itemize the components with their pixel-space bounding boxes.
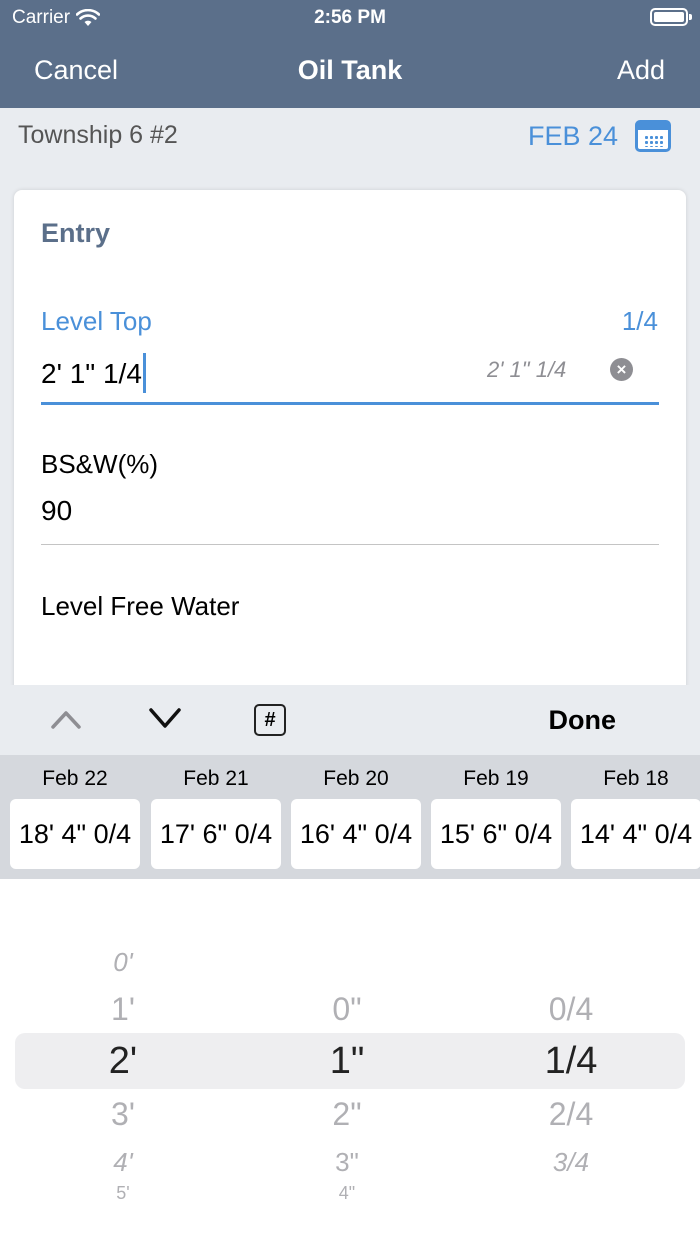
picker-option-inches[interactable]: 0" — [272, 991, 422, 1028]
bsw-input[interactable]: 90 — [41, 495, 72, 527]
done-button[interactable]: Done — [549, 705, 617, 736]
status-time: 2:56 PM — [314, 7, 386, 28]
level-free-water-label[interactable]: Level Free Water — [41, 591, 239, 622]
history-date: Feb 19 — [463, 767, 529, 790]
picker-option-quarters[interactable]: 0/4 — [496, 991, 646, 1028]
picker-option-feet[interactable]: 1' — [48, 991, 198, 1028]
bsw-label: BS&W(%) — [41, 449, 158, 479]
clear-icon[interactable]: × — [610, 358, 633, 381]
text-cursor — [142, 353, 146, 393]
location-label: Township 6 #2 — [18, 121, 178, 149]
picker-option-feet[interactable]: 0' — [48, 947, 198, 978]
picker-option-quarters[interactable]: 3/4 — [496, 1147, 646, 1178]
level-top-label: Level Top — [41, 306, 152, 336]
cancel-button[interactable]: Cancel — [34, 55, 118, 86]
number-keypad-button[interactable]: # — [254, 704, 286, 736]
picker-option-inches[interactable]: 2" — [272, 1096, 422, 1133]
date-button[interactable]: FEB 24 — [528, 121, 618, 152]
history-date: Feb 20 — [323, 767, 389, 790]
level-top-input[interactable]: 2' 1" 1/4 — [41, 353, 146, 393]
history-value: 18' 4" 0/4 — [10, 799, 140, 869]
history-strip: Feb 22 18' 4" 0/4 Feb 21 17' 6" 0/4 Feb … — [0, 755, 700, 879]
section-heading: Entry — [41, 218, 111, 248]
picker-selected-feet[interactable]: 2' — [48, 1040, 198, 1083]
picker-option-feet[interactable]: 3' — [48, 1096, 198, 1133]
history-value: 14' 4" 0/4 — [571, 799, 700, 869]
picker-option-feet[interactable]: 5' — [48, 1183, 198, 1199]
level-top-underline — [41, 402, 659, 405]
picker-option-quarters[interactable]: 2/4 — [496, 1096, 646, 1133]
history-date: Feb 18 — [603, 767, 669, 790]
level-top-hint: 2' 1" 1/4 — [487, 357, 567, 382]
picker-option-inches[interactable]: 3" — [272, 1147, 422, 1178]
battery-icon — [650, 8, 692, 26]
picker-selected-inches[interactable]: 1" — [272, 1040, 422, 1083]
history-date: Feb 21 — [183, 767, 249, 790]
history-value: 15' 6" 0/4 — [431, 799, 561, 869]
chevron-down-icon[interactable] — [148, 705, 182, 731]
history-value: 16' 4" 0/4 — [291, 799, 421, 869]
picker-option-feet[interactable]: 4' — [48, 1147, 198, 1178]
bsw-underline — [41, 544, 659, 545]
level-top-value: 2' 1" 1/4 — [41, 358, 142, 389]
picker-option-inches[interactable]: 4" — [272, 1183, 422, 1199]
navigation-bar: Carrier 2:56 PM Cancel Oil Tank Add — [0, 0, 700, 108]
add-button[interactable]: Add — [617, 55, 665, 86]
calendar-icon[interactable] — [635, 120, 671, 152]
picker-selected-quarters[interactable]: 1/4 — [496, 1040, 646, 1083]
level-top-fraction: 1/4 — [621, 306, 658, 336]
chevron-up-icon[interactable] — [50, 708, 82, 730]
history-date: Feb 22 — [42, 767, 108, 790]
history-value: 17' 6" 0/4 — [151, 799, 281, 869]
